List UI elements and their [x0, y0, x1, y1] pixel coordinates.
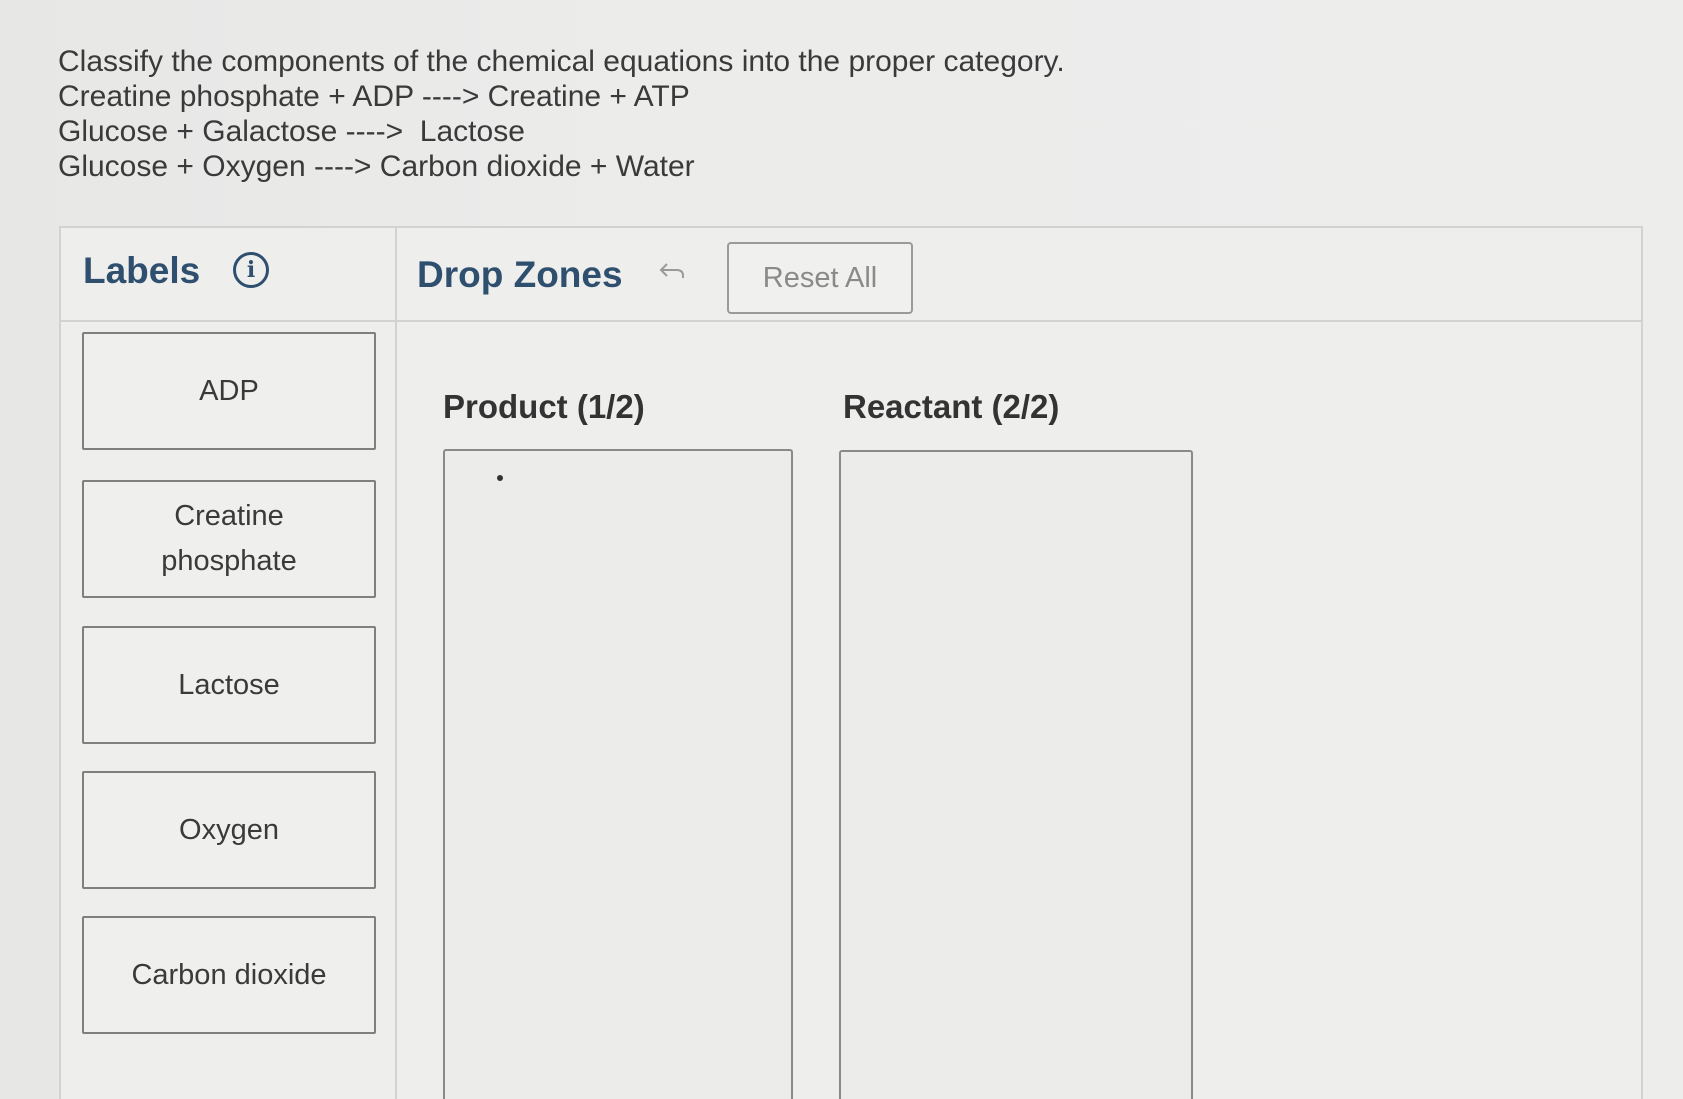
reactant-drop-zone[interactable] — [839, 450, 1193, 1099]
product-drop-zone[interactable] — [443, 449, 793, 1099]
label-card-text: Oxygen — [179, 813, 279, 846]
cursor-dot — [497, 475, 503, 481]
drag-drop-panel: Labels i Drop Zones Reset All ADP Creati… — [59, 226, 1643, 1099]
equation-3: Glucose + Oxygen ----> Carbon dioxide + … — [58, 150, 695, 183]
label-card-lactose[interactable]: Lactose — [82, 626, 376, 744]
label-card-text: ADP — [199, 374, 259, 407]
label-card-creatine-phosphate[interactable]: Creatine phosphate — [82, 480, 376, 598]
label-card-adp[interactable]: ADP — [82, 332, 376, 450]
reset-all-button[interactable]: Reset All — [727, 242, 913, 314]
equation-1: Creatine phosphate + ADP ----> Creatine … — [58, 80, 690, 113]
label-card-text: Creatine phosphate — [161, 500, 297, 577]
label-card-carbon-dioxide[interactable]: Carbon dioxide — [82, 916, 376, 1034]
reactant-zone-title: Reactant (2/2) — [843, 388, 1060, 425]
label-card-oxygen[interactable]: Oxygen — [82, 771, 376, 889]
equation-2: Glucose + Galactose ----> Lactose — [58, 115, 525, 148]
drop-zones-title: Drop Zones — [417, 254, 623, 295]
page: Classify the components of the chemical … — [0, 0, 1683, 1099]
panel-header: Labels i Drop Zones Reset All — [61, 228, 1641, 322]
question-instruction: Classify the components of the chemical … — [58, 45, 1065, 78]
undo-icon[interactable] — [657, 260, 687, 284]
label-card-text: Carbon dioxide — [131, 958, 327, 991]
label-card-text: Lactose — [178, 668, 280, 701]
labels-title: Labels — [83, 250, 201, 291]
question-text: Classify the components of the chemical … — [58, 44, 1258, 184]
product-zone-title: Product (1/2) — [443, 388, 645, 425]
info-icon[interactable]: i — [233, 252, 269, 288]
column-divider — [395, 228, 397, 1099]
